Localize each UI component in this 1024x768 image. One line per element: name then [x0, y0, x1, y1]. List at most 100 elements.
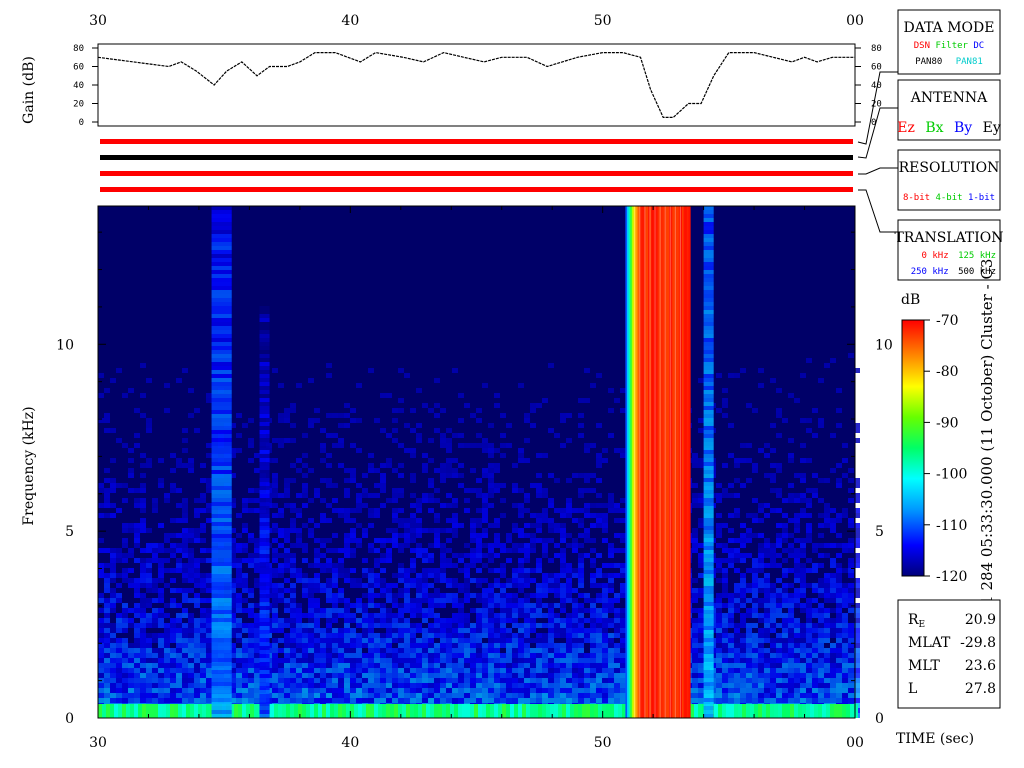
spectrogram-noise-cell: [758, 563, 764, 568]
spectrogram-noise-cell: [476, 638, 482, 643]
spectrogram-noise-cell: [734, 688, 740, 693]
spectrogram-noise-cell: [368, 673, 374, 678]
spectrogram-noise-cell: [764, 648, 770, 653]
spectrogram-noise-cell: [524, 683, 530, 688]
spectrogram-noise-cell: [824, 478, 830, 483]
spectrogram-noise-cell: [350, 468, 356, 473]
spectrogram-noise-cell: [488, 613, 494, 618]
spectrogram-noise-cell: [476, 523, 482, 528]
spectrogram-noise-cell: [782, 633, 788, 638]
spectrogram-noise-cell: [206, 573, 212, 578]
spectrogram-noise-cell: [110, 668, 116, 673]
spectrogram-noise-cell: [812, 668, 818, 673]
spectrogram-noise-cell: [446, 698, 452, 703]
spectrogram-noise-cell: [374, 578, 380, 583]
spectrogram-noise-cell: [548, 558, 554, 563]
spectrogram-noise-cell: [470, 553, 476, 558]
spectrogram-noise-cell: [572, 568, 578, 573]
spectrogram-noise-cell: [350, 478, 356, 483]
spectrogram-noise-cell: [752, 588, 758, 593]
spectrogram-noise-cell: [500, 688, 506, 693]
spectrogram-noise-cell: [368, 698, 374, 703]
spectrogram-noise-cell: [530, 568, 536, 573]
spectrogram-noise-cell: [158, 668, 164, 673]
spectrogram-noise-cell: [620, 673, 626, 678]
spectrogram-noise-cell: [254, 558, 260, 563]
spectrogram-noise-cell: [104, 628, 110, 633]
spectrogram-noise-cell: [536, 513, 542, 518]
spectrogram-noise-cell: [800, 583, 806, 588]
spectrogram-noise-cell: [380, 583, 386, 588]
spectrogram-noise-cell: [506, 533, 512, 538]
spectrogram-noise-cell: [752, 638, 758, 643]
spectrogram-noise-cell: [374, 558, 380, 563]
spectrogram-noise-cell: [776, 613, 782, 618]
spectrogram-noise-cell: [410, 408, 416, 413]
spectrogram-noise-cell: [458, 433, 464, 438]
spectrogram-noise-cell: [206, 698, 212, 703]
spectrogram-noise-cell: [272, 553, 278, 558]
spectrogram-noise-cell: [770, 663, 776, 668]
spectrogram-noise-cell: [134, 498, 140, 503]
spectrogram-noise-cell: [692, 623, 698, 628]
spectrogram-noise-cell: [164, 633, 170, 638]
spectrogram-noise-cell: [290, 633, 296, 638]
spectrogram-noise-cell: [500, 588, 506, 593]
spectrogram-noise-cell: [524, 658, 530, 663]
spectrogram-noise-cell: [698, 543, 704, 548]
spectrogram-noise-cell: [536, 403, 542, 408]
spectrogram-noise-cell: [794, 538, 800, 543]
spectrogram-noise-cell: [122, 443, 128, 448]
spectrogram-noise-cell: [278, 688, 284, 693]
spectrogram-noise-cell: [566, 688, 572, 693]
spectrogram-noise-cell: [410, 628, 416, 633]
spectrogram-noise-cell: [194, 638, 200, 643]
spectrogram-noise-cell: [734, 538, 740, 543]
spectrogram-noise-cell: [716, 543, 722, 548]
spectrogram-noise-cell: [788, 683, 794, 688]
spectrogram-noise-cell: [848, 523, 854, 528]
spectrogram-noise-cell: [404, 693, 410, 698]
spectrogram-noise-cell: [110, 458, 116, 463]
spectrogram-noise-cell: [182, 588, 188, 593]
spectrogram-noise-cell: [104, 578, 110, 583]
spectrogram-noise-cell: [764, 688, 770, 693]
spectrogram-noise-cell: [752, 673, 758, 678]
spectrogram-noise-cell: [386, 643, 392, 648]
spectrogram-noise-cell: [392, 573, 398, 578]
spectrogram-noise-cell: [782, 558, 788, 563]
spectrogram-noise-cell: [788, 638, 794, 643]
spectrogram-noise-cell: [776, 593, 782, 598]
spectrogram-noise-cell: [398, 603, 404, 608]
spectrogram-noise-cell: [488, 543, 494, 548]
spectrogram-noise-cell: [566, 413, 572, 418]
spectrogram-noise-cell: [392, 653, 398, 658]
spectrogram-noise-cell: [530, 578, 536, 583]
spectrogram-noise-cell: [800, 568, 806, 573]
spectrogram-noise-cell: [356, 683, 362, 688]
spectrogram-noise-cell: [320, 638, 326, 643]
spectrogram-noise-cell: [836, 598, 842, 603]
spectrogram-noise-cell: [302, 688, 308, 693]
spectrogram-noise-cell: [560, 413, 566, 418]
spectrogram-noise-cell: [578, 508, 584, 513]
spectrogram-noise-cell: [614, 608, 620, 613]
spectrogram-noise-cell: [494, 633, 500, 638]
spectrogram-noise-cell: [812, 693, 818, 698]
spectrogram-noise-cell: [290, 648, 296, 653]
spectrogram-noise-cell: [98, 573, 104, 578]
spectrogram-noise-cell: [242, 658, 248, 663]
spectrogram-noise-cell: [176, 693, 182, 698]
spectrogram-noise-cell: [176, 503, 182, 508]
spectrogram-noise-cell: [338, 698, 344, 703]
spectrogram-noise-cell: [476, 408, 482, 413]
spectrogram-noise-cell: [188, 548, 194, 553]
spectrogram-noise-cell: [380, 638, 386, 643]
spectrogram-noise-cell: [296, 623, 302, 628]
spectrogram-noise-cell: [608, 508, 614, 513]
spectrogram-noise-cell: [98, 483, 104, 488]
spectrogram-noise-cell: [290, 683, 296, 688]
spectrogram-noise-cell: [350, 683, 356, 688]
spectrogram-noise-cell: [392, 518, 398, 523]
spectrogram-noise-cell: [614, 658, 620, 663]
